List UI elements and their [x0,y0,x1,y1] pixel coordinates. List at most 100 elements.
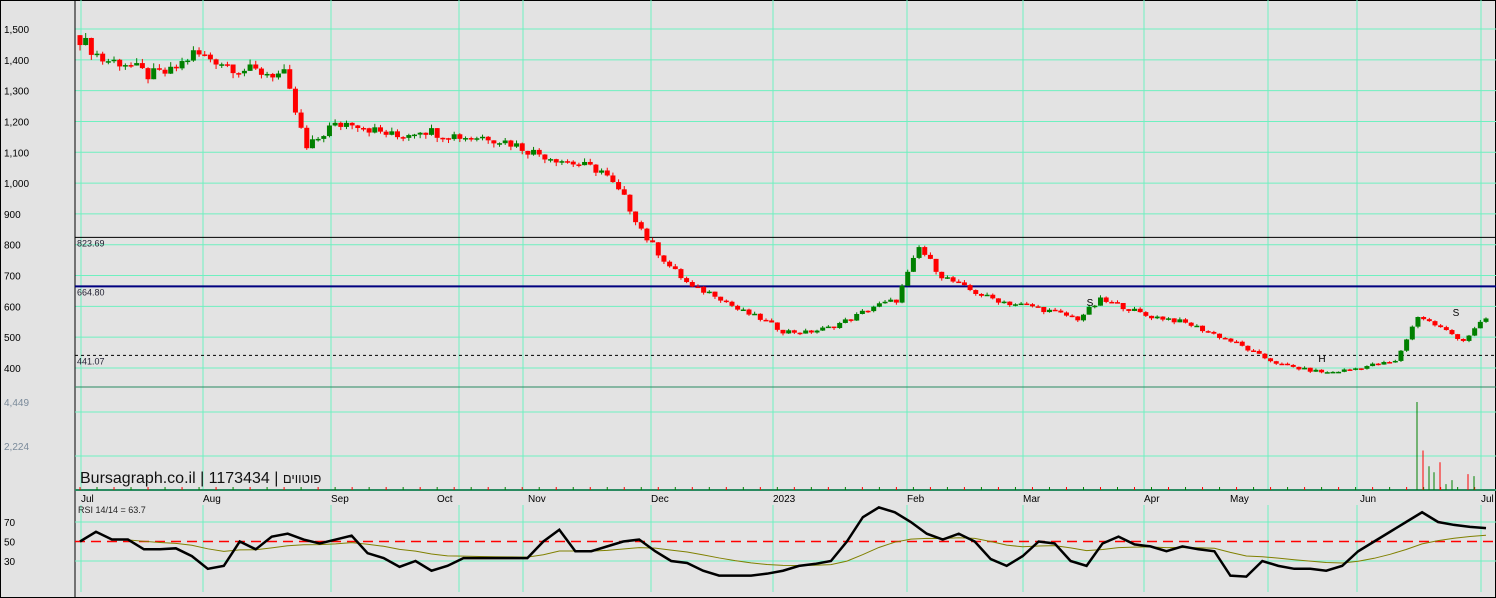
price-tick-label: 800 [4,241,21,252]
candle-body [1137,308,1143,313]
candle-body [185,60,191,63]
price-tick-label: 900 [4,210,21,221]
price-tick-label: 600 [4,302,21,313]
candle-body [207,54,213,60]
candle-body [859,310,865,314]
stock-chart[interactable]: Jul Aug Sep Oct Nov Dec 2023 Feb Mar Apr May Jun Jul… [0,0,1496,598]
candle-body [321,136,327,139]
volume-tick-label: 2,224 [4,442,29,453]
candle-body [1041,306,1047,313]
candle-body [689,282,695,287]
candle-body [786,330,792,334]
candle-body [1046,309,1052,313]
candle-body [315,138,321,141]
candle-body [1075,316,1081,321]
candle-body [202,54,208,56]
candle-body [1097,297,1103,306]
candle-body [1012,304,1018,306]
candle-body [94,53,100,56]
candle-body [1149,315,1155,319]
candle-body [735,305,741,310]
candle-body [553,159,559,163]
candle-body [219,64,225,66]
candle-body [712,291,718,297]
candle-body [1438,325,1444,328]
month-label: Apr [1144,494,1160,505]
candle-body [542,154,548,160]
candle-body [995,298,1001,303]
candle-body [939,271,945,279]
candle-body [241,70,247,74]
rsi-label: RSI 14/14 = 63.7 [78,505,146,515]
candle-body [944,277,950,279]
rsi-tick-label: 30 [4,557,16,568]
candle-body [1228,338,1234,342]
candle-body [1035,306,1041,308]
candle-body [1029,304,1035,307]
candle-body [1273,361,1279,364]
candle-body [383,131,389,135]
candle-body [769,320,775,323]
candle-body [559,161,565,163]
candle-body [1381,362,1387,365]
month-label: Dec [651,494,669,505]
candle-body [820,327,826,331]
candle-body [485,136,491,141]
candle-body [525,150,531,155]
candle-body [1472,328,1478,336]
candle-body [1103,297,1109,302]
candle-body [1426,319,1432,322]
candle-body [224,64,230,66]
candle-body [411,134,417,137]
candle-body [258,68,264,75]
candle-body [253,64,259,69]
candle-body [1290,364,1296,367]
month-label: May [1230,494,1249,505]
price-tick-label: 400 [4,364,21,375]
candle-body [1262,353,1268,359]
candle-body [1375,363,1381,366]
candle-body [922,247,928,255]
candle-body [933,258,939,272]
pattern-annotation: H [1318,354,1325,365]
candle-body [882,301,888,304]
candle-body [667,261,673,267]
candle-body [746,309,752,315]
candle-body [1052,309,1058,312]
candle-body [1194,325,1200,328]
candle-body [190,50,196,61]
candle-body [134,63,140,66]
candle-body [803,330,809,334]
candle-body [1477,321,1483,329]
candle-body [1205,331,1211,333]
rsi-tick-label: 70 [4,518,16,529]
candle-body [831,326,837,329]
price-tick-label: 1,000 [4,179,29,190]
candle-body [292,88,298,113]
candle-body [275,73,281,78]
candle-body [723,300,729,303]
candle-body [638,222,644,229]
candle-body [213,59,219,65]
candle-body [468,138,474,140]
candle-body [1211,331,1217,334]
month-label: Jun [1360,494,1376,505]
candle-body [627,194,633,212]
candle-body [338,122,344,127]
candle-body [332,122,338,126]
candle-body [1188,322,1194,326]
candle-body [1268,358,1274,362]
candle-body [117,59,123,67]
price-tick-label: 1,100 [4,148,29,159]
candle-body [1245,345,1251,351]
candle-body [355,125,361,129]
candle-body [706,291,712,294]
candle-body [491,140,497,144]
candle-body [1449,330,1455,335]
candle-body [633,211,639,223]
candle-body [173,66,179,69]
candle-body [1302,367,1308,370]
candle-body [1120,302,1126,310]
candle-body [349,122,355,126]
candle-body [678,269,684,279]
